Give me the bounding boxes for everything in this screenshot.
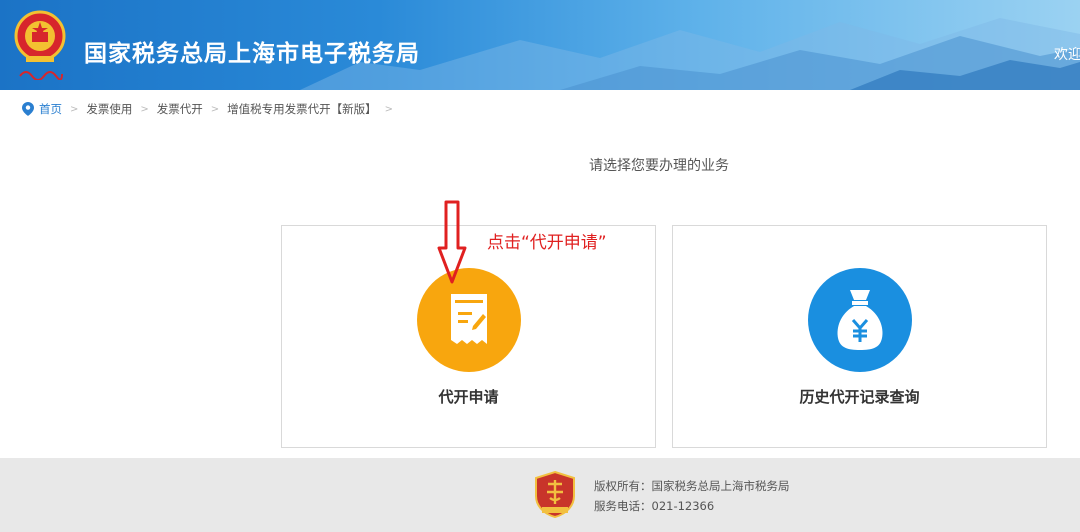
site-header: 国家税务总局上海市电子税务局 欢迎 bbox=[0, 0, 1080, 90]
breadcrumb-invoice-issue[interactable]: 发票代开 bbox=[157, 101, 203, 117]
emblem-caption-logo bbox=[19, 71, 63, 80]
issue-application-icon-circle[interactable] bbox=[416, 268, 521, 372]
breadcrumb-separator: > bbox=[210, 103, 220, 115]
issue-application-label: 代开申请 bbox=[438, 388, 499, 406]
business-prompt: 请选择您要办理的业务 bbox=[589, 158, 729, 174]
breadcrumb-separator: > bbox=[140, 103, 149, 115]
history-query-label: 历史代开记录查询 bbox=[799, 388, 920, 406]
footer-info: 版权所有：国家税务总局上海市税务局 服务电话：021-12366 bbox=[594, 476, 790, 516]
breadcrumb-separator: > bbox=[70, 103, 79, 115]
money-bag-yuan-icon bbox=[837, 290, 882, 350]
site-footer: 版权所有：国家税务总局上海市税务局 服务电话：021-12366 bbox=[0, 458, 1080, 532]
national-emblem-icon bbox=[14, 10, 66, 62]
breadcrumb-home[interactable]: 首页 bbox=[39, 101, 62, 117]
annotation-text: 点击“代开申请” bbox=[487, 233, 607, 253]
footer-copyright: 版权所有：国家税务总局上海市税务局 bbox=[594, 479, 790, 493]
footer-phone: 服务电话：021-12366 bbox=[594, 499, 715, 513]
location-pin-icon bbox=[22, 102, 34, 116]
breadcrumb-invoice-use[interactable]: 发票使用 bbox=[86, 101, 132, 117]
invoice-edit-icon bbox=[450, 294, 487, 344]
tax-shield-logo-icon bbox=[535, 470, 575, 518]
card-issue-application[interactable]: 代开申请 bbox=[281, 225, 656, 448]
annotation-down-arrow-icon bbox=[437, 200, 467, 284]
card-history-query[interactable]: 历史代开记录查询 bbox=[672, 225, 1047, 448]
welcome-text: 欢迎 bbox=[1054, 47, 1080, 63]
breadcrumb: 首页 > 发票使用 > 发票代开 > 增值税专用发票代开【新版】 > bbox=[22, 101, 401, 117]
site-title: 国家税务总局上海市电子税务局 bbox=[84, 41, 420, 67]
history-query-icon-circle[interactable] bbox=[807, 268, 912, 372]
breadcrumb-vat-special-invoice[interactable]: 增值税专用发票代开【新版】 bbox=[227, 101, 377, 117]
breadcrumb-separator: > bbox=[384, 103, 394, 115]
